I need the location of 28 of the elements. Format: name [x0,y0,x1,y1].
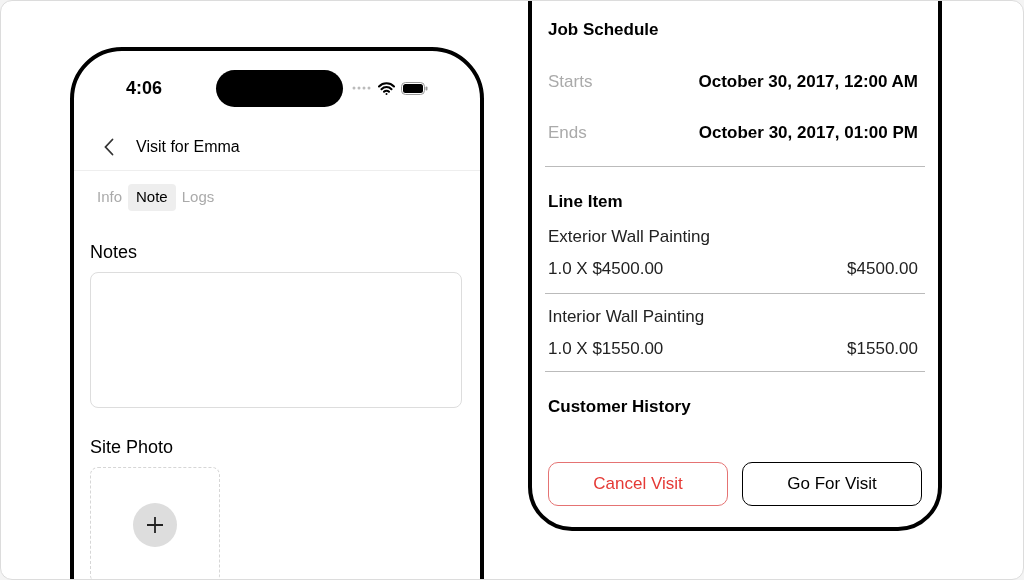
wifi-icon [378,81,395,95]
screen-title: Visit for Emma [136,136,240,157]
section-heading: Customer History [548,396,692,418]
signal-dots-icon [352,86,372,90]
status-time: 4:06 [126,76,164,100]
section-heading: Line Item [548,190,624,213]
line-item-total: $1550.00 [847,337,918,360]
line-item-quantity: 1.0 X $4500.00 [548,257,664,280]
section-heading: Notes [90,240,139,264]
section-heading: Site Photo [90,435,175,459]
line-item-name: Exterior Wall Painting [548,226,711,248]
battery-icon [401,81,428,95]
tab[interactable]: Info [93,184,127,211]
schedule-value: October 30, 2017, 01:00 PM [698,122,918,144]
action-button[interactable]: Go For Visit [742,461,922,506]
tab[interactable]: Logs [177,184,219,211]
schedule-label: Ends [548,122,587,144]
back-chevron-icon[interactable] [104,137,114,156]
add-photo-icon[interactable] [133,502,177,547]
schedule-label: Starts [548,70,593,93]
action-button[interactable]: Cancel Visit [548,461,728,506]
schedule-value: October 30, 2017, 12:00 AM [698,70,918,93]
section-heading: Job Schedule [548,19,660,41]
line-item-name: Interior Wall Painting [548,306,706,328]
notes-field[interactable] [90,271,462,408]
tab[interactable]: Note [128,184,176,211]
line-item-quantity: 1.0 X $1550.00 [548,337,664,360]
line-item-total: $4500.00 [847,257,918,280]
